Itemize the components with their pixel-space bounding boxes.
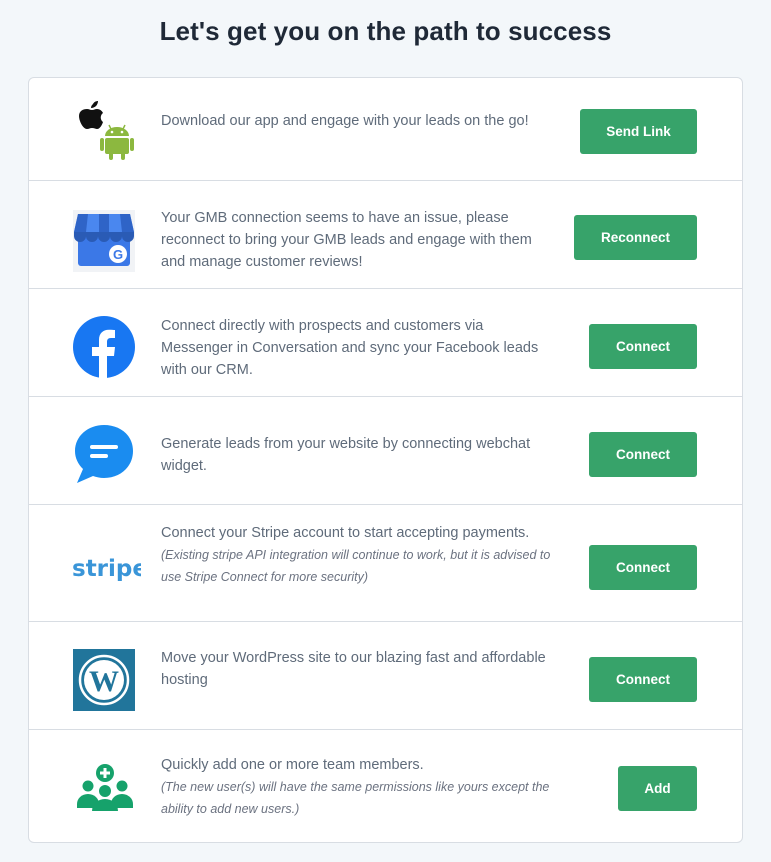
google-my-business-icon: G [73, 210, 135, 272]
svg-text:W: W [89, 665, 119, 698]
row-wordpress: W Move your WordPress site to our blazin… [29, 622, 742, 730]
row-team-members: Quickly add one or more team members. (T… [29, 730, 742, 842]
row-description-main: Connect your Stripe account to start acc… [161, 525, 530, 541]
row-description: Connect directly with prospects and cust… [161, 318, 539, 378]
facebook-icon [73, 316, 135, 378]
send-link-button[interactable]: Send Link [580, 109, 697, 154]
page-title: Let's get you on the path to success [159, 16, 612, 46]
apple-android-icon [73, 100, 135, 162]
webchat-icon [73, 423, 135, 485]
row-note: (The new user(s) will have the same perm… [161, 780, 550, 816]
row-description: Download our app and engage with your le… [161, 113, 529, 129]
row-description: Connect your Stripe account to start acc… [161, 522, 551, 588]
stripe-icon: stripe [71, 533, 148, 595]
connect-webchat-button[interactable]: Connect [589, 432, 697, 477]
integrations-card: Download our app and engage with your le… [28, 77, 743, 843]
svg-text:G: G [113, 247, 123, 262]
reconnect-button[interactable]: Reconnect [574, 215, 697, 260]
connect-facebook-button[interactable]: Connect [589, 324, 697, 369]
row-mobile-app: Download our app and engage with your le… [29, 78, 742, 181]
row-description: Quickly add one or more team members. (T… [161, 754, 581, 820]
svg-text:stripe: stripe [72, 556, 141, 582]
add-team-icon [77, 764, 133, 812]
row-description: Your GMB connection seems to have an iss… [161, 210, 532, 270]
connect-wordpress-button[interactable]: Connect [589, 657, 697, 702]
row-stripe: stripe Connect your Stripe account to st… [29, 505, 742, 622]
add-team-member-button[interactable]: Add [618, 766, 697, 811]
row-webchat: Generate leads from your website by conn… [29, 397, 742, 505]
wordpress-icon: W [73, 649, 135, 711]
row-description: Generate leads from your website by conn… [161, 436, 531, 474]
row-note: (Existing stripe API integration will co… [161, 548, 551, 584]
row-facebook: Connect directly with prospects and cust… [29, 289, 742, 397]
connect-stripe-button[interactable]: Connect [589, 545, 697, 590]
row-description: Move your WordPress site to our blazing … [161, 650, 546, 688]
row-google-my-business: G Your GMB connection seems to have an i… [29, 181, 742, 289]
row-description-main: Quickly add one or more team members. [161, 757, 424, 773]
